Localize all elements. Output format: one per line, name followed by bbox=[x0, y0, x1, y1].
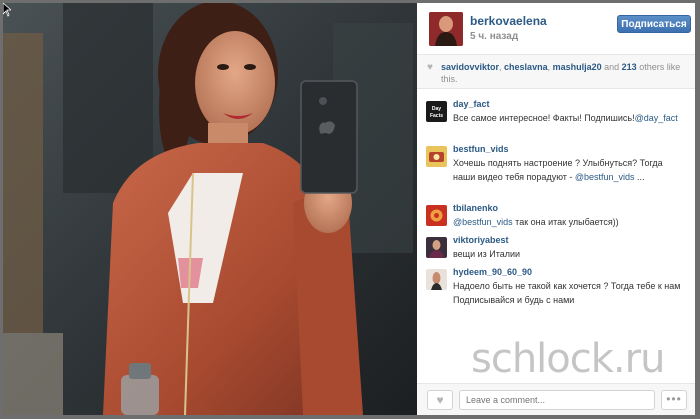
comment-text: Хочешь поднять настроение ? Улыбнуться? … bbox=[453, 158, 663, 182]
post-photo[interactable] bbox=[3, 3, 417, 415]
comment-username[interactable]: viktoriyabest bbox=[453, 235, 509, 245]
heart-icon: ♥ bbox=[436, 393, 444, 407]
follow-button[interactable]: Подписаться bbox=[617, 15, 691, 33]
like-button[interactable]: ♥ bbox=[427, 390, 453, 410]
likes-summary: ♥ savidovviktor, cheslavna, mashulja20 a… bbox=[417, 55, 695, 89]
modal-frame: berkovaelena 5 ч. назад Подписаться ♥ sa… bbox=[0, 0, 700, 419]
comment-text: вещи из Италии bbox=[453, 249, 521, 259]
post-timestamp: 5 ч. назад bbox=[470, 31, 519, 42]
likes-count[interactable]: 213 bbox=[622, 62, 637, 72]
avatar-image bbox=[429, 12, 463, 46]
likes-text: savidovviktor, cheslavna, mashulja20 and… bbox=[441, 61, 691, 85]
mention-link[interactable]: @bestfun_vids bbox=[453, 217, 513, 227]
mouse-cursor-icon bbox=[3, 3, 11, 17]
liker-link[interactable]: mashulja20 bbox=[553, 62, 602, 72]
comment-username[interactable]: day_fact bbox=[453, 99, 490, 109]
comment-avatar[interactable]: Day Facts bbox=[426, 101, 447, 122]
viktoriyabest-avatar-icon bbox=[426, 237, 447, 258]
comment-text: @bestfun_vids так она итак улыбается)) bbox=[453, 217, 619, 227]
comment-footer: ♥ ••• bbox=[417, 383, 695, 415]
liker-link[interactable]: cheslavna bbox=[504, 62, 548, 72]
mention-link[interactable]: @day_fact bbox=[635, 113, 678, 123]
liker-link[interactable]: savidovviktor bbox=[441, 62, 499, 72]
comment-text: Все самое интересное! Факты! Подпишись!@… bbox=[453, 113, 678, 123]
comment-input[interactable] bbox=[459, 390, 655, 410]
svg-text:Day: Day bbox=[432, 106, 441, 112]
comment-username[interactable]: tbilanenko bbox=[453, 203, 498, 213]
post-modal: berkovaelena 5 ч. назад Подписаться ♥ sa… bbox=[3, 3, 695, 415]
comment-avatar[interactable] bbox=[426, 146, 447, 167]
comment-username[interactable]: bestfun_vids bbox=[453, 144, 509, 154]
tbilanenko-avatar-icon bbox=[426, 205, 447, 226]
heart-icon: ♥ bbox=[427, 62, 433, 73]
mention-link[interactable]: @bestfun_vids bbox=[575, 172, 635, 182]
comment-avatar[interactable] bbox=[426, 269, 447, 290]
watermark: schlock.ru bbox=[471, 336, 665, 382]
hydeem-avatar-icon bbox=[426, 269, 447, 290]
post-username[interactable]: berkovaelena bbox=[470, 14, 547, 28]
likes-and-text: and bbox=[601, 62, 622, 72]
post-header: berkovaelena 5 ч. назад Подписаться bbox=[417, 3, 695, 55]
comment-avatar[interactable] bbox=[426, 237, 447, 258]
comment-username[interactable]: hydeem_90_60_90 bbox=[453, 267, 532, 277]
day-fact-avatar-icon: Day Facts bbox=[426, 101, 447, 122]
comment-text: Надоело быть не такой как хочется ? Тогд… bbox=[453, 281, 681, 305]
more-options-button[interactable]: ••• bbox=[661, 390, 687, 410]
avatar[interactable] bbox=[429, 12, 463, 46]
comment-avatar[interactable] bbox=[426, 205, 447, 226]
selfie-illustration bbox=[3, 3, 417, 415]
svg-text:Facts: Facts bbox=[430, 113, 443, 119]
bestfun-avatar-icon bbox=[426, 146, 447, 167]
